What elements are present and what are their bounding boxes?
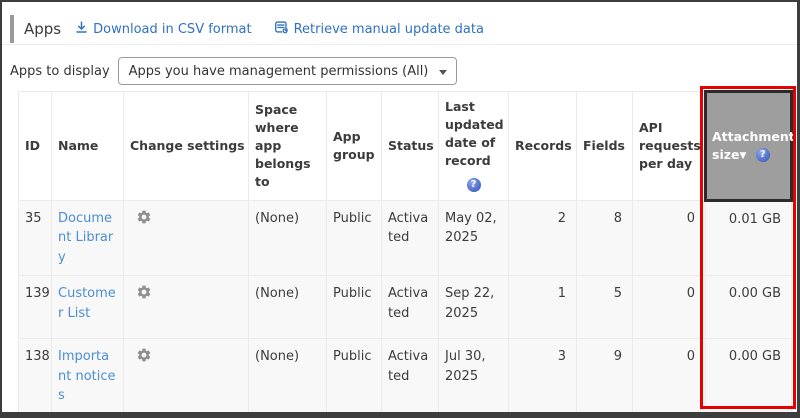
cell-api-requests: 0 (633, 200, 706, 276)
title-accent-bar (10, 15, 14, 43)
cell-records: 2 (509, 200, 577, 276)
cell-last-updated: Sep 22, 2025 (439, 276, 509, 339)
app-name-link[interactable]: Document Library (58, 211, 113, 265)
column-header-records: Records (509, 92, 577, 201)
cell-name: approval routes- Copy (52, 414, 124, 418)
cell-fields: 5 (577, 276, 633, 339)
column-header-status: Status (382, 92, 439, 201)
table-row: 138 Important notices (None) Public Acti… (19, 339, 792, 415)
help-icon[interactable]: ? (756, 148, 770, 162)
cell-change-settings (124, 276, 249, 339)
cell-fields: 9 (577, 339, 633, 415)
cell-status: Activated (382, 414, 439, 418)
column-header-last-updated: Last updated date of record ? (439, 92, 509, 201)
screenshot-frame: Apps Download in CSV format Retrieve man… (0, 0, 800, 418)
titlebar: Apps Download in CSV format Retrieve man… (10, 15, 506, 43)
cell-id: 139 (19, 276, 52, 339)
apps-to-display-label: Apps to display (10, 64, 110, 79)
column-header-app-group: App group (327, 92, 382, 201)
cell-app-group: Public (327, 276, 382, 339)
header-divider (2, 44, 797, 45)
cell-app-group: Public (327, 200, 382, 276)
download-icon (75, 21, 93, 38)
cell-id: 138 (19, 339, 52, 415)
app-name-link[interactable]: Customer List (58, 286, 116, 321)
cell-app-group: Public (327, 414, 382, 418)
cell-status: Activated (382, 200, 439, 276)
download-csv-link[interactable]: Download in CSV format (75, 21, 251, 38)
column-header-fields: Fields (577, 92, 633, 201)
download-csv-label: Download in CSV format (93, 22, 251, 37)
cell-id: 137 (19, 414, 52, 418)
cell-id: 35 (19, 200, 52, 276)
cell-space: (None) (249, 339, 327, 415)
gear-icon[interactable] (136, 209, 152, 225)
filter-bar: Apps to display Apps you have management… (10, 57, 457, 85)
retrieve-manual-update-link[interactable]: Retrieve manual update data (274, 20, 484, 39)
column-header-space: Space where app belongs to (249, 92, 327, 201)
app-name-link[interactable]: Important notices (58, 349, 116, 403)
cell-records: 3 (509, 339, 577, 415)
cell-name: Important notices (52, 339, 124, 415)
cell-change-settings (124, 339, 249, 415)
cell-last-updated: Jul 30, 2025 (439, 339, 509, 415)
gear-icon[interactable] (136, 347, 152, 363)
table-row: 139 Customer List (None) Public Activate… (19, 276, 792, 339)
column-header-name: Name (52, 92, 124, 201)
page-title: Apps (24, 20, 61, 38)
database-refresh-icon (274, 20, 294, 39)
cell-status: Activated (382, 276, 439, 339)
cell-app-group: Public (327, 339, 382, 415)
cell-api-requests: 0 (633, 414, 706, 418)
cell-space: (None) (249, 414, 327, 418)
cell-change-settings (124, 414, 249, 418)
cell-attachment-size: 0.00 GB (706, 339, 792, 415)
cell-attachment-size: 0.00 GB (706, 276, 792, 339)
selected-option-label: Apps you have management permissions (Al… (129, 64, 429, 79)
sort-descending-icon: ▼ (739, 151, 746, 161)
cell-api-requests: 0 (633, 339, 706, 415)
gear-icon[interactable] (136, 284, 152, 300)
cell-records: 1 (509, 276, 577, 339)
column-header-change-settings: Change settings (124, 92, 249, 201)
apps-table: ID Name Change settings Space where app … (18, 90, 793, 418)
cell-name: Customer List (52, 276, 124, 339)
apps-to-display-select[interactable]: Apps you have management permissions (Al… (118, 57, 458, 85)
retrieve-manual-update-label: Retrieve manual update data (294, 22, 484, 37)
chevron-down-icon (439, 70, 447, 75)
cell-space: (None) (249, 276, 327, 339)
cell-attachment-size: 0.00 GB (706, 414, 792, 418)
table-row: 35 Document Library (None) Public Activa… (19, 200, 792, 276)
cell-api-requests: 0 (633, 276, 706, 339)
cell-name: Document Library (52, 200, 124, 276)
cell-space: (None) (249, 200, 327, 276)
cell-records: 0 (509, 414, 577, 418)
cell-change-settings (124, 200, 249, 276)
cell-fields: 4 (577, 414, 633, 418)
cell-last-updated: Jun 12, 2025 (439, 414, 509, 418)
table-header-row: ID Name Change settings Space where app … (19, 92, 792, 201)
cell-attachment-size: 0.01 GB (706, 200, 792, 276)
help-icon[interactable]: ? (467, 178, 481, 192)
cell-fields: 8 (577, 200, 633, 276)
column-header-id: ID (19, 92, 52, 201)
column-header-api-requests: API requests per day (633, 92, 706, 201)
table-row: 137 approval routes- Copy (None) Public … (19, 414, 792, 418)
cell-status: Activated (382, 339, 439, 415)
cell-last-updated: May 02, 2025 (439, 200, 509, 276)
column-header-attachment-size[interactable]: Attachment size▼ ? (706, 92, 792, 201)
